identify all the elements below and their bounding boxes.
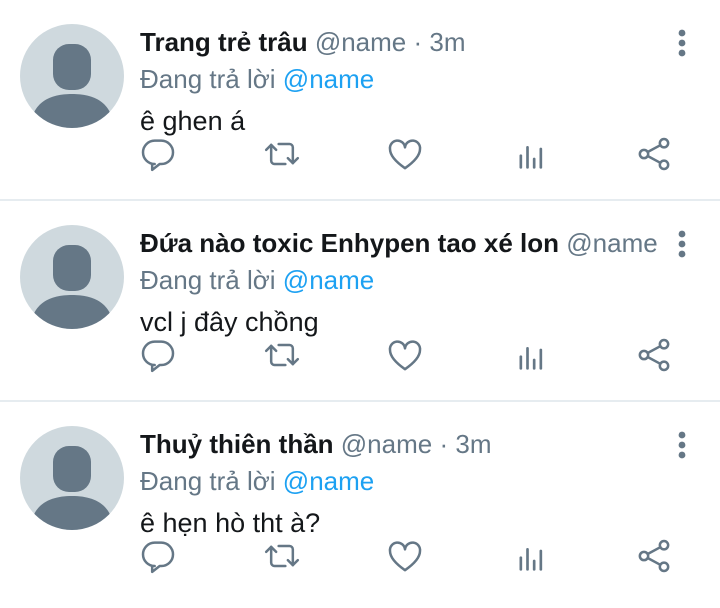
display-name[interactable]: Thuỷ thiên thần — [140, 429, 334, 459]
tweet-header: Trang trẻ trâu @name · 3m — [140, 22, 662, 62]
replying-to: Đang trả lời @name — [140, 464, 662, 498]
share-button[interactable] — [634, 536, 674, 576]
share-icon — [638, 539, 670, 573]
user-handle[interactable]: @name — [341, 429, 432, 459]
tweet-content: Đứa nào toxic Enhypen tao xé lon @name Đ… — [140, 223, 662, 343]
retweet-icon — [264, 544, 300, 568]
display-name[interactable]: Đứa nào toxic Enhypen tao xé lon — [140, 228, 559, 258]
heart-icon — [388, 139, 422, 170]
share-icon — [638, 137, 670, 171]
replying-to: Đang trả lời @name — [140, 263, 662, 297]
retweet-icon — [264, 142, 300, 166]
timestamp[interactable]: 3m — [429, 27, 465, 57]
analytics-button[interactable] — [510, 134, 550, 174]
tweet-actions — [140, 335, 670, 375]
more-vertical-icon — [678, 431, 686, 459]
like-button[interactable] — [385, 536, 425, 576]
analytics-button[interactable] — [510, 536, 550, 576]
tweet[interactable]: Thuỷ thiên thần @name · 3m Đang trả lời … — [0, 402, 720, 603]
user-handle[interactable]: @name — [566, 228, 657, 258]
replying-to-mention[interactable]: @name — [283, 64, 374, 94]
analytics-icon — [519, 548, 543, 571]
retweet-button[interactable] — [262, 536, 302, 576]
tweet-actions — [140, 134, 670, 174]
user-handle[interactable]: @name — [315, 27, 406, 57]
reply-icon — [141, 541, 175, 574]
heart-icon — [388, 340, 422, 371]
like-button[interactable] — [385, 335, 425, 375]
avatar[interactable] — [20, 225, 124, 329]
analytics-icon — [519, 347, 543, 370]
more-options-button[interactable] — [672, 430, 692, 460]
reply-icon — [141, 139, 175, 172]
replying-to-label: Đang trả lời — [140, 64, 276, 94]
more-options-button[interactable] — [672, 229, 692, 259]
like-button[interactable] — [385, 134, 425, 174]
tweet[interactable]: Trang trẻ trâu @name · 3m Đang trả lời @… — [0, 0, 720, 201]
reply-icon — [141, 340, 175, 373]
replying-to-label: Đang trả lời — [140, 265, 276, 295]
reply-thread: Trang trẻ trâu @name · 3m Đang trả lời @… — [0, 0, 720, 603]
retweet-button[interactable] — [262, 134, 302, 174]
reply-button[interactable] — [138, 335, 178, 375]
replying-to: Đang trả lời @name — [140, 62, 662, 96]
tweet-content: Thuỷ thiên thần @name · 3m Đang trả lời … — [140, 424, 662, 544]
avatar[interactable] — [20, 426, 124, 530]
retweet-icon — [264, 343, 300, 367]
tweet-content: Trang trẻ trâu @name · 3m Đang trả lời @… — [140, 22, 662, 142]
reply-button[interactable] — [138, 536, 178, 576]
analytics-button[interactable] — [510, 335, 550, 375]
separator-dot: · — [439, 429, 449, 459]
share-button[interactable] — [634, 134, 674, 174]
retweet-button[interactable] — [262, 335, 302, 375]
replying-to-mention[interactable]: @name — [283, 466, 374, 496]
more-vertical-icon — [678, 230, 686, 258]
share-icon — [638, 338, 670, 372]
reply-button[interactable] — [138, 134, 178, 174]
avatar[interactable] — [20, 24, 124, 128]
tweet[interactable]: Đứa nào toxic Enhypen tao xé lon @name Đ… — [0, 201, 720, 402]
replying-to-mention[interactable]: @name — [283, 265, 374, 295]
analytics-icon — [519, 146, 543, 169]
share-button[interactable] — [634, 335, 674, 375]
tweet-header: Đứa nào toxic Enhypen tao xé lon @name — [140, 223, 662, 263]
display-name[interactable]: Trang trẻ trâu — [140, 27, 308, 57]
more-options-button[interactable] — [672, 28, 692, 58]
heart-icon — [388, 541, 422, 572]
tweet-actions — [140, 536, 670, 576]
timestamp[interactable]: 3m — [455, 429, 491, 459]
tweet-header: Thuỷ thiên thần @name · 3m — [140, 424, 662, 464]
separator-dot: · — [413, 27, 423, 57]
more-vertical-icon — [678, 29, 686, 57]
replying-to-label: Đang trả lời — [140, 466, 276, 496]
